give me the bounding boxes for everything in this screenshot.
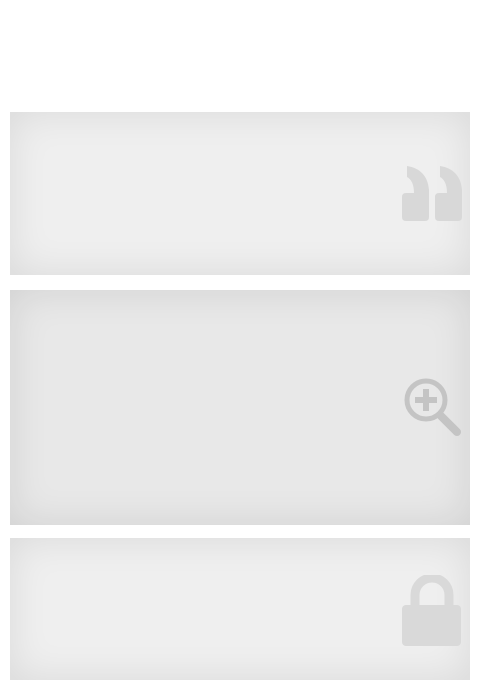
quote-panel[interactable]: [10, 112, 470, 275]
lock-icon: [402, 575, 461, 646]
zoom-in-icon: [404, 378, 461, 436]
zoom-panel[interactable]: [10, 290, 470, 525]
quote-icon: [402, 166, 462, 221]
lock-panel[interactable]: [10, 538, 470, 680]
